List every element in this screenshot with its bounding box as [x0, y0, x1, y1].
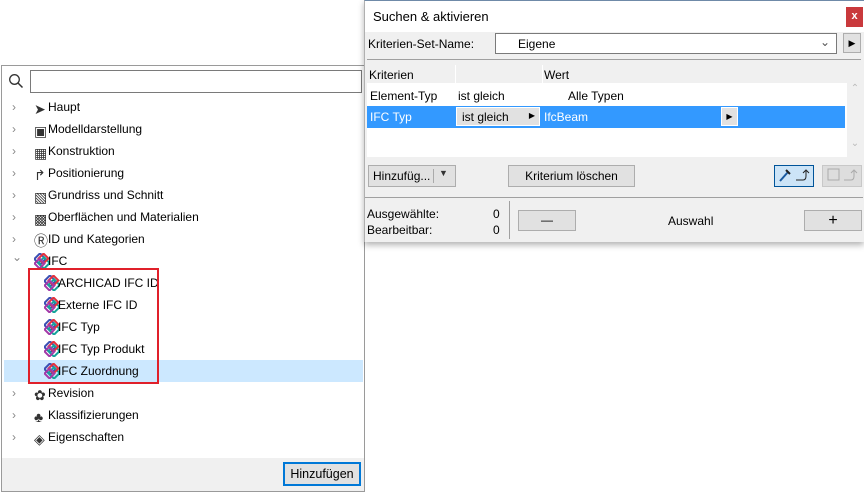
- tree-item[interactable]: › Ⓡ ID und Kategorien: [4, 228, 363, 250]
- table-row[interactable]: Element-Typ ist gleich Alle Typen: [367, 85, 845, 105]
- triangle-right-icon: ▶: [726, 112, 733, 121]
- set-menu-arrow-button[interactable]: ▶: [843, 33, 861, 53]
- criterion-cell: Element-Typ: [370, 89, 438, 103]
- operator-cell: ist gleich: [458, 89, 505, 103]
- tree-item[interactable]: › ▧ Grundriss und Schnitt: [4, 184, 363, 206]
- search-icon: [9, 74, 24, 89]
- selection-frame-icon: [827, 168, 858, 181]
- chevron-right-icon[interactable]: ›: [12, 426, 22, 448]
- add-button[interactable]: Hinzufügen: [283, 462, 361, 486]
- tree-item-label: Eigenschaften: [48, 430, 125, 444]
- remove-from-selection-button[interactable]: —: [518, 210, 576, 231]
- tree-item-label: Positionierung: [48, 166, 125, 180]
- chevron-right-icon[interactable]: ›: [12, 140, 22, 162]
- close-button[interactable]: x: [846, 7, 863, 27]
- find-select-dialog: Suchen & aktivieren x Kriterien-Set-Name…: [364, 0, 864, 242]
- selected-count: 0: [493, 207, 500, 221]
- title-bar: Suchen & aktivieren x: [365, 1, 864, 32]
- tree-item[interactable]: › ♣ Klassifizierungen: [4, 404, 363, 426]
- tree-item-label: Klassifizierungen: [48, 408, 139, 422]
- scroll-down-icon[interactable]: ⌄: [847, 138, 863, 149]
- search-input[interactable]: [30, 70, 362, 93]
- table-header: Kriterien Wert: [367, 65, 847, 83]
- criteria-picker-panel: › ➤ Haupt › ▣ Modelldarstellung › ▦ Konstruktion…: [1, 65, 365, 492]
- chevron-right-icon[interactable]: ›: [12, 382, 22, 404]
- tree-item[interactable]: › ➤ Haupt: [4, 96, 363, 118]
- value-cell: IfcBeam: [544, 110, 589, 124]
- column-header-value: Wert: [544, 68, 570, 82]
- table-row-selected[interactable]: IFC Typ ist gleich ▶ IfcBeam ▶: [367, 106, 845, 128]
- ifc-items-highlight-box: [28, 268, 159, 384]
- chevron-down-icon: ⌄: [819, 35, 830, 49]
- tree-item[interactable]: › ▣ Modelldarstellung: [4, 118, 363, 140]
- tree-item[interactable]: › ◈ Eigenschaften: [4, 426, 363, 448]
- tree-item-label: Grundriss und Schnitt: [48, 188, 164, 202]
- tree-item[interactable]: › ✿ Revision: [4, 382, 363, 404]
- triangle-right-icon: ▶: [848, 38, 856, 48]
- editable-label: Bearbeitbar:: [367, 223, 433, 237]
- set-name-dropdown[interactable]: Eigene ⌄: [495, 33, 837, 54]
- chevron-right-icon[interactable]: ›: [12, 184, 22, 206]
- add-to-selection-button[interactable]: +: [804, 210, 862, 231]
- tree-item-label: Modelldarstellung: [48, 122, 143, 136]
- selection-label: Auswahl: [668, 214, 714, 228]
- operator-dropdown[interactable]: ist gleich ▶: [456, 107, 540, 126]
- table-scrollbar[interactable]: ⌃ ⌄: [847, 83, 863, 157]
- select-elements-button[interactable]: [822, 165, 862, 187]
- dropdown-arrow-icon: ▼: [439, 168, 448, 178]
- chevron-right-icon[interactable]: ›: [12, 206, 22, 228]
- dialog-title: Suchen & aktivieren: [373, 9, 489, 24]
- criteria-table: Kriterien Wert Element-Typ ist gleich Al…: [367, 65, 847, 157]
- chevron-right-icon[interactable]: ›: [12, 118, 22, 140]
- chevron-right-icon[interactable]: ›: [12, 404, 22, 426]
- selected-label: Ausgewählte:: [367, 207, 440, 221]
- value-menu-button[interactable]: ▶: [721, 107, 738, 126]
- chevron-down-icon[interactable]: ⌄: [12, 246, 22, 268]
- add-criterion-label: Hinzufüg...: [373, 169, 431, 183]
- tree-item[interactable]: › ▦ Konstruktion: [4, 140, 363, 162]
- tree-item-label: Konstruktion: [48, 144, 115, 158]
- chevron-right-icon[interactable]: ›: [12, 96, 22, 118]
- tree-item[interactable]: › ▩ Oberflächen und Materialien: [4, 206, 363, 228]
- tree-item[interactable]: › ↱ Positionierung: [4, 162, 363, 184]
- delete-criterion-button[interactable]: Kriterium löschen: [508, 165, 635, 187]
- panel-footer: Hinzufügen: [2, 458, 364, 491]
- add-criterion-button[interactable]: Hinzufüg... ▼: [368, 165, 456, 187]
- pick-parameters-button[interactable]: [774, 165, 814, 187]
- set-name-value: Eigene: [518, 37, 556, 51]
- value-cell: Alle Typen: [568, 89, 624, 103]
- operator-value: ist gleich: [462, 110, 509, 124]
- tree-item-label: Oberflächen und Materialien: [48, 210, 199, 224]
- eyedropper-icon: [779, 169, 810, 182]
- column-header-criteria: Kriterien: [369, 68, 414, 82]
- tree-item-label: ID und Kategorien: [48, 232, 145, 246]
- triangle-right-icon: ▶: [528, 111, 535, 120]
- set-name-label: Kriterien-Set-Name:: [368, 37, 475, 51]
- tree-item-label: Haupt: [48, 100, 81, 114]
- tree-item-label: Revision: [48, 386, 95, 400]
- editable-count: 0: [493, 223, 500, 237]
- criterion-cell: IFC Typ: [370, 110, 412, 124]
- chevron-right-icon[interactable]: ›: [12, 162, 22, 184]
- scroll-up-icon[interactable]: ⌃: [847, 83, 863, 94]
